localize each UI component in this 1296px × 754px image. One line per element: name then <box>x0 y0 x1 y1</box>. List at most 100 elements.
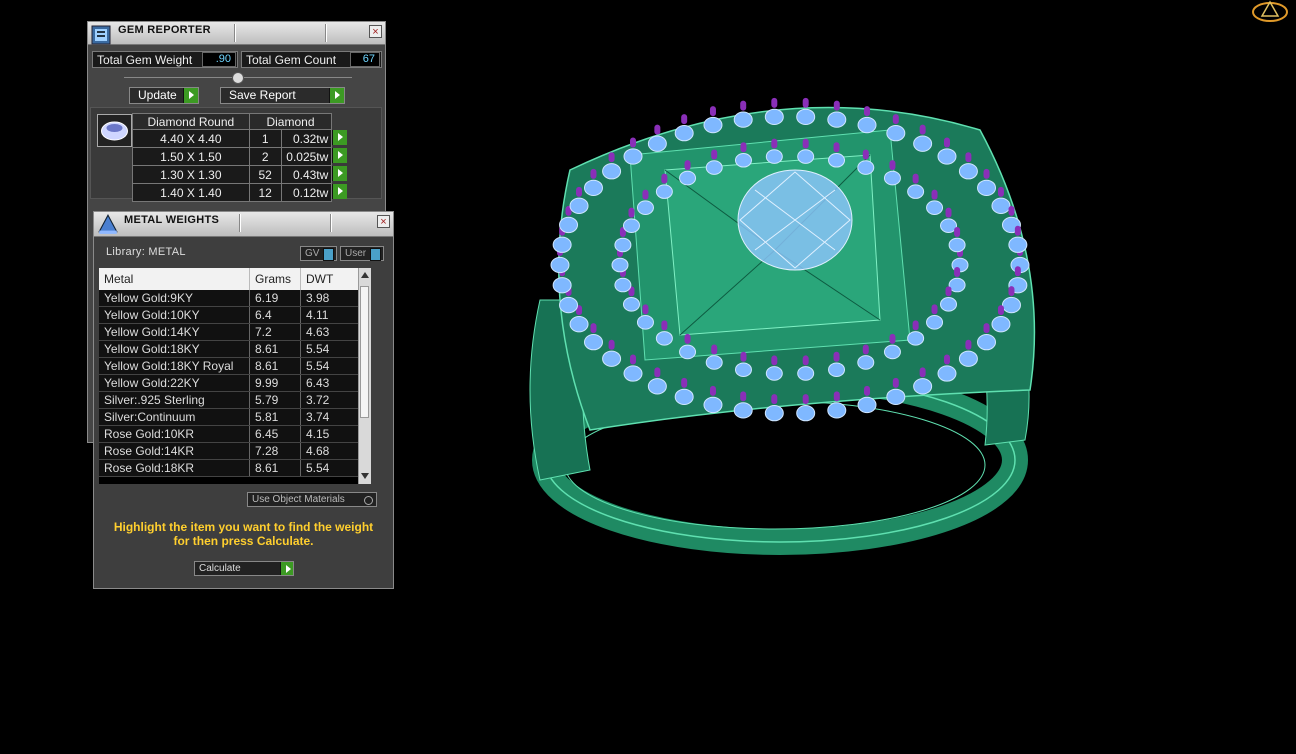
metal-name-cell: Yellow Gold:22KY <box>99 374 250 392</box>
metal-weights-close-icon[interactable]: × <box>377 215 390 228</box>
halo-stone <box>602 163 622 180</box>
gem-row-go-button[interactable] <box>332 183 354 202</box>
halo-stone <box>948 237 966 253</box>
grams-cell: 5.79 <box>249 391 301 409</box>
metal-weights-titlebar[interactable]: METAL WEIGHTS × <box>94 212 393 237</box>
table-row[interactable]: 4.40 X 4.40 1 0.32tw <box>132 129 354 148</box>
halo-stone <box>614 277 632 293</box>
halo-stone <box>674 388 694 406</box>
prong <box>1008 205 1015 216</box>
go-arrow-icon <box>332 147 348 163</box>
gem-reporter-close-icon[interactable]: × <box>369 25 382 38</box>
grams-cell: 9.99 <box>249 374 301 392</box>
scroll-down-arrow-icon[interactable] <box>361 473 369 479</box>
metal-table-scroll[interactable]: Metal Grams DWT Yellow Gold:9KY 6.19 3.98 … <box>99 268 371 484</box>
prong <box>661 320 668 331</box>
halo-stone <box>655 331 673 346</box>
halo-stone <box>647 135 667 152</box>
halo-stone <box>623 148 643 165</box>
gem-row-go-button[interactable] <box>332 165 354 184</box>
gem-row-go-button[interactable] <box>332 129 354 148</box>
table-row[interactable]: Yellow Gold:14KY 7.2 4.63 <box>99 323 359 341</box>
prong <box>771 138 778 149</box>
prong <box>740 391 747 402</box>
metal-name-cell: Yellow Gold:9KY <box>99 290 250 307</box>
prong <box>965 152 972 163</box>
title-divider <box>325 24 327 42</box>
halo-stone <box>886 124 906 142</box>
table-row[interactable]: 1.30 X 1.30 52 0.43tw <box>132 165 354 184</box>
prong <box>608 339 615 350</box>
calculate-button[interactable]: Calculate <box>194 561 294 576</box>
prong <box>833 142 840 153</box>
prong <box>630 354 637 365</box>
table-row[interactable]: Rose Gold:14KR 7.28 4.68 <box>99 442 359 460</box>
prong <box>802 138 809 149</box>
halo-stone <box>827 402 847 419</box>
gem-size-cell: 1.30 X 1.30 <box>132 165 250 184</box>
metal-col-header[interactable]: Metal <box>99 268 250 290</box>
grams-cell: 6.4 <box>249 306 301 324</box>
table-row[interactable]: Yellow Gold:22KY 9.99 6.43 <box>99 374 359 392</box>
gem-weight-cell: 0.025tw <box>280 147 333 166</box>
panel-slider-handle[interactable] <box>232 72 244 84</box>
update-button[interactable]: Update <box>129 87 199 104</box>
table-row[interactable]: Yellow Gold:18KY Royal 8.61 5.54 <box>99 357 359 375</box>
halo-stone <box>926 200 944 215</box>
gem-count-cell: 12 <box>248 183 282 202</box>
table-row[interactable]: Yellow Gold:9KY 6.19 3.98 <box>99 290 359 307</box>
prong <box>919 367 926 378</box>
halo-stone <box>913 378 933 395</box>
prong <box>771 97 778 108</box>
gem-table-header: Diamond Round Diamond <box>132 113 354 130</box>
metal-name-cell: Rose Gold:18KR <box>99 459 250 477</box>
dwt-cell: 3.72 <box>300 391 359 409</box>
dwt-col-header[interactable]: DWT <box>300 268 359 290</box>
halo-stone <box>705 355 723 370</box>
table-row[interactable]: Rose Gold:18KR 8.61 5.54 <box>99 459 359 477</box>
gem-reporter-app-icon <box>91 25 111 45</box>
use-object-materials-toggle[interactable]: Use Object Materials <box>247 492 377 507</box>
table-row[interactable]: Rose Gold:10KR 6.45 4.15 <box>99 425 359 443</box>
prong <box>740 100 747 111</box>
halo-stone <box>674 124 694 142</box>
gem-weight-cell: 0.12tw <box>280 183 333 202</box>
table-row[interactable]: Yellow Gold:10KY 6.4 4.11 <box>99 306 359 324</box>
title-divider <box>330 214 332 232</box>
update-go-arrow-icon <box>183 88 198 103</box>
gem-reporter-titlebar[interactable]: GEM REPORTER × <box>88 22 385 45</box>
user-toggle[interactable]: User <box>340 246 384 261</box>
prong <box>608 152 615 163</box>
table-row[interactable]: Silver:Continuum 5.81 3.74 <box>99 408 359 426</box>
total-gem-count-value: 67 <box>350 52 380 67</box>
library-label: Library: METAL <box>106 246 186 258</box>
prong <box>997 186 1004 197</box>
dwt-cell: 5.54 <box>300 340 359 358</box>
metal-weights-table: Metal Grams DWT Yellow Gold:9KY 6.19 3.98 … <box>99 268 359 477</box>
scroll-up-arrow-icon[interactable] <box>361 272 369 278</box>
toggle-knob-icon <box>323 248 334 261</box>
prong <box>892 377 899 388</box>
metal-table-scrollbar[interactable] <box>358 268 371 484</box>
halo-stone <box>857 396 877 414</box>
scroll-thumb[interactable] <box>360 286 369 418</box>
gem-row-go-button[interactable] <box>332 147 354 166</box>
table-row[interactable]: 1.50 X 1.50 2 0.025tw <box>132 147 354 166</box>
prong <box>912 320 919 331</box>
radio-dot-icon <box>364 496 373 505</box>
prong <box>931 304 938 315</box>
halo-stone <box>828 152 846 168</box>
table-row[interactable]: Yellow Gold:18KY 8.61 5.54 <box>99 340 359 358</box>
grams-col-header[interactable]: Grams <box>249 268 301 290</box>
view-orientation-icon[interactable] <box>1250 0 1290 24</box>
prong <box>931 189 938 200</box>
table-row[interactable]: Silver:.925 Sterling 5.79 3.72 <box>99 391 359 409</box>
gv-toggle[interactable]: GV <box>300 246 337 261</box>
prong <box>740 351 747 362</box>
save-report-button[interactable]: Save Report <box>220 87 345 104</box>
prong <box>864 106 871 117</box>
halo-stone <box>796 405 816 422</box>
prong <box>943 137 950 148</box>
table-row[interactable]: 1.40 X 1.40 12 0.12tw <box>132 183 354 202</box>
ring-3d-viewport[interactable] <box>480 60 1080 560</box>
